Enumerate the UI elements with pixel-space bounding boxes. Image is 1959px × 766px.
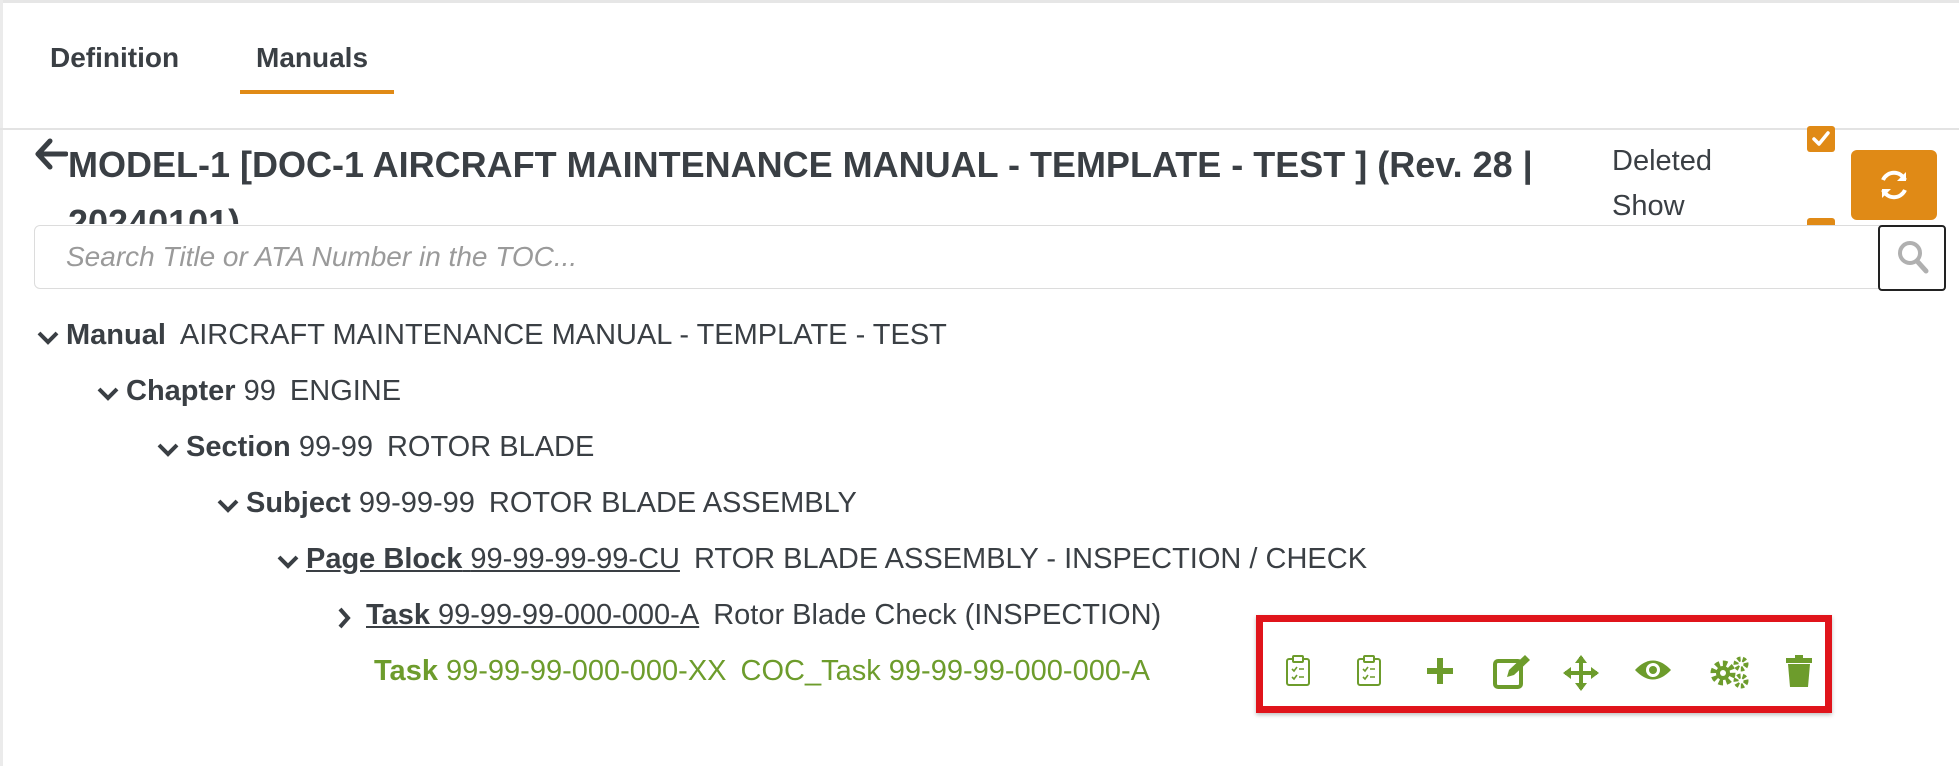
clipboard-checklist-icon[interactable] — [1285, 655, 1311, 692]
node-keyword: Subject — [246, 487, 351, 519]
toc-search-input[interactable] — [35, 226, 1875, 288]
node-keyword: Chapter — [126, 375, 236, 407]
tab-definition[interactable]: Definition — [50, 42, 179, 74]
manual-header: MODEL-1 [DOC-1 AIRCRAFT MAINTENANCE MANU… — [30, 128, 1590, 224]
trash-icon[interactable] — [1785, 655, 1813, 692]
tree-node-manual: Manual AIRCRAFT MAINTENANCE MANUAL - TEMP… — [36, 315, 947, 355]
chevron-down-icon[interactable] — [36, 316, 66, 356]
chevron-right-icon[interactable] — [336, 596, 366, 636]
back-arrow-icon[interactable] — [34, 136, 69, 180]
chevron-down-icon[interactable] — [96, 372, 126, 412]
tab-manuals[interactable]: Manuals — [256, 42, 368, 74]
node-number: 99-99-99-000-000-XX — [446, 655, 727, 687]
chevron-down-icon[interactable] — [276, 540, 306, 580]
node-number: 99-99-99 — [358, 487, 475, 519]
task-link[interactable]: Task 99-99-99-000-000-A — [366, 599, 699, 631]
node-title: ENGINE — [289, 375, 402, 407]
tree-node-subject: Subject 99-99-99 ROTOR BLADE ASSEMBLY — [216, 483, 857, 523]
node-title: Rotor Blade Check (INSPECTION) — [713, 599, 1162, 631]
move-icon[interactable] — [1563, 655, 1599, 696]
plus-icon[interactable] — [1424, 655, 1456, 692]
node-keyword: Page Block — [306, 543, 463, 575]
tree-node-task-selected[interactable]: Task 99-99-99-000-000-XX COC_Task 99-99-9… — [374, 651, 1150, 691]
chevron-down-icon[interactable] — [216, 484, 246, 524]
chevron-down-icon[interactable] — [156, 428, 186, 468]
node-number: 99-99 — [298, 431, 373, 463]
tree-node-page-block: Page Block 99-99-99-99-CU RTOR BLADE ASSE… — [276, 539, 1367, 579]
search-icon — [1898, 241, 1929, 274]
refresh-icon — [1881, 170, 1907, 200]
node-keyword: Manual — [66, 319, 166, 351]
node-title: RTOR BLADE ASSEMBLY - INSPECTION / CHECK — [693, 543, 1368, 575]
gears-icon[interactable] — [1709, 655, 1751, 694]
show-label: Show — [1612, 190, 1685, 222]
tree-node-chapter: Chapter 99 ENGINE — [96, 371, 401, 411]
search-box — [34, 225, 1946, 289]
clipboard-checklist-icon[interactable] — [1356, 655, 1382, 692]
node-title: ROTOR BLADE — [386, 431, 595, 463]
eye-icon[interactable] — [1633, 655, 1673, 690]
deleted-label: Deleted — [1612, 145, 1712, 177]
node-title: COC_Task 99-99-99-000-000-A — [740, 655, 1150, 687]
tree-node-section: Section 99-99 ROTOR BLADE — [156, 427, 594, 467]
node-keyword: Section — [186, 431, 291, 463]
search-button[interactable] — [1878, 225, 1946, 291]
edit-icon[interactable] — [1493, 655, 1531, 694]
page-block-link[interactable]: Page Block 99-99-99-99-CU — [306, 543, 680, 575]
deleted-checkbox[interactable] — [1807, 126, 1835, 152]
node-number: 99-99-99-99-CU — [470, 543, 680, 575]
node-keyword: Task — [366, 599, 430, 631]
node-keyword: Task — [374, 655, 438, 687]
tree-node-task: Task 99-99-99-000-000-A Rotor Blade Check… — [336, 595, 1161, 635]
refresh-button[interactable] — [1851, 150, 1937, 220]
active-tab-indicator — [240, 90, 394, 94]
task-action-toolbar — [1256, 615, 1832, 713]
tab-bar: Definition Manuals — [0, 0, 1959, 130]
page-title: MODEL-1 [DOC-1 AIRCRAFT MAINTENANCE MANU… — [68, 144, 1533, 224]
node-number: 99 — [243, 375, 276, 407]
node-title: AIRCRAFT MAINTENANCE MANUAL - TEMPLATE -… — [179, 319, 947, 351]
node-title: ROTOR BLADE ASSEMBLY — [488, 487, 857, 519]
node-number: 99-99-99-000-000-A — [438, 599, 700, 631]
